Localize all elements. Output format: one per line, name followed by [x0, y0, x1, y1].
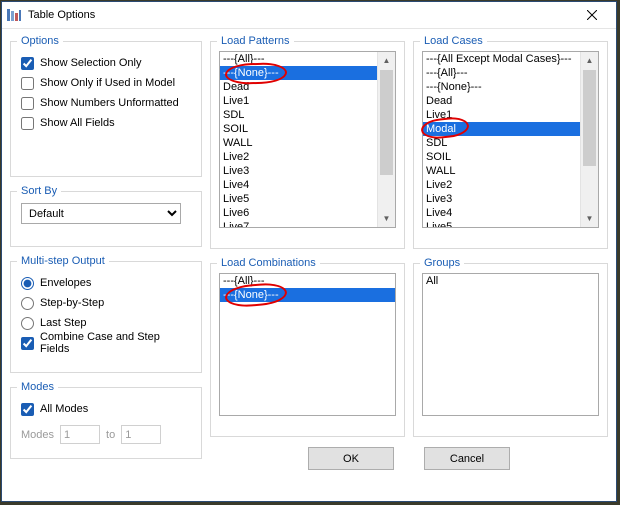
load-patterns-group: Load Patterns ---{All}------{None}---Dea…: [210, 35, 405, 249]
list-item[interactable]: Live6: [220, 206, 377, 220]
list-item[interactable]: ---{None}---: [220, 66, 377, 80]
list-item[interactable]: WALL: [423, 164, 580, 178]
list-item[interactable]: SDL: [220, 108, 377, 122]
dialog-buttons: OK Cancel: [210, 437, 608, 482]
options-group: Options Show Selection Only Show Only if …: [10, 35, 202, 177]
all-modes-checkbox[interactable]: All Modes: [21, 399, 191, 419]
multistep-group: Multi-step Output Envelopes Step-by-Step L…: [10, 255, 202, 373]
load-cases-listbox[interactable]: ---{All Except Modal Cases}------{All}--…: [423, 52, 580, 227]
list-item[interactable]: Live4: [423, 206, 580, 220]
load-combinations-listbox[interactable]: ---{All}------{None}---: [220, 274, 395, 415]
list-item[interactable]: Modal: [423, 122, 580, 136]
multistep-radio[interactable]: Step-by-Step: [21, 293, 191, 313]
groups-legend: Groups: [420, 257, 464, 269]
options-legend: Options: [17, 35, 63, 47]
list-item[interactable]: Live5: [423, 220, 580, 227]
list-item[interactable]: ---{All}---: [220, 52, 377, 66]
modes-to-input[interactable]: [121, 425, 161, 444]
list-item[interactable]: Live1: [423, 108, 580, 122]
options-checkbox[interactable]: Show Numbers Unformatted: [21, 93, 191, 113]
list-item[interactable]: WALL: [220, 136, 377, 150]
groups-group: Groups All: [413, 257, 608, 437]
combine-checkbox-label: Combine Case and Step Fields: [40, 331, 191, 355]
scroll-thumb[interactable]: [583, 70, 596, 166]
window-title: Table Options: [28, 9, 572, 21]
sortby-legend: Sort By: [17, 185, 61, 197]
scroll-thumb[interactable]: [380, 70, 393, 175]
options-checkbox[interactable]: Show Only if Used in Model: [21, 73, 191, 93]
load-combinations-legend: Load Combinations: [217, 257, 320, 269]
cancel-button[interactable]: Cancel: [424, 447, 510, 470]
modes-from-input[interactable]: [60, 425, 100, 444]
list-item[interactable]: Live2: [423, 178, 580, 192]
multistep-radio-label: Envelopes: [40, 277, 91, 289]
list-item[interactable]: Live3: [423, 192, 580, 206]
multistep-radio-label: Step-by-Step: [40, 297, 104, 309]
modes-to-label: to: [106, 429, 115, 441]
list-item[interactable]: Dead: [423, 94, 580, 108]
list-item[interactable]: SOIL: [220, 122, 377, 136]
list-item[interactable]: Live2: [220, 150, 377, 164]
titlebar: Table Options: [2, 2, 616, 29]
close-button[interactable]: [572, 5, 612, 25]
scroll-up-icon[interactable]: ▲: [378, 52, 395, 69]
scrollbar[interactable]: ▲ ▼: [580, 52, 598, 227]
list-item[interactable]: SOIL: [423, 150, 580, 164]
scroll-down-icon[interactable]: ▼: [581, 210, 598, 227]
options-checkbox-label: Show Selection Only: [40, 57, 142, 69]
load-cases-legend: Load Cases: [420, 35, 487, 47]
multistep-radio[interactable]: Envelopes: [21, 273, 191, 293]
options-checkbox-label: Show Only if Used in Model: [40, 77, 175, 89]
load-combinations-group: Load Combinations ---{All}------{None}--…: [210, 257, 405, 437]
options-checkbox-label: Show All Fields: [40, 117, 115, 129]
modes-from-label: Modes: [21, 429, 54, 441]
modes-group: Modes All Modes Modes to: [10, 381, 202, 459]
options-checkbox[interactable]: Show Selection Only: [21, 53, 191, 73]
sortby-select[interactable]: Default: [21, 203, 181, 224]
list-item[interactable]: SDL: [423, 136, 580, 150]
app-icon: [6, 7, 22, 23]
list-item[interactable]: Dead: [220, 80, 377, 94]
list-item[interactable]: Live7: [220, 220, 377, 227]
multistep-radio[interactable]: Last Step: [21, 313, 191, 333]
list-item[interactable]: All: [423, 274, 598, 288]
close-icon: [587, 10, 597, 20]
all-modes-label: All Modes: [40, 403, 88, 415]
list-item[interactable]: ---{None}---: [220, 288, 395, 302]
list-item[interactable]: ---{All}---: [220, 274, 395, 288]
right-column: Load Patterns ---{All}------{None}---Dea…: [210, 35, 608, 497]
ok-button[interactable]: OK: [308, 447, 394, 470]
options-checkbox-label: Show Numbers Unformatted: [40, 97, 179, 109]
list-item[interactable]: Live1: [220, 94, 377, 108]
scroll-up-icon[interactable]: ▲: [581, 52, 598, 69]
list-item[interactable]: ---{None}---: [423, 80, 580, 94]
groups-listbox[interactable]: All: [423, 274, 598, 415]
multistep-legend: Multi-step Output: [17, 255, 109, 267]
load-patterns-listbox[interactable]: ---{All}------{None}---DeadLive1SDLSOILW…: [220, 52, 377, 227]
combine-checkbox[interactable]: Combine Case and Step Fields: [21, 333, 191, 353]
dialog-window: Table Options Options Show Selection Onl…: [1, 1, 617, 502]
list-item[interactable]: ---{All Except Modal Cases}---: [423, 52, 580, 66]
modes-legend: Modes: [17, 381, 58, 393]
sortby-group: Sort By Default: [10, 185, 202, 247]
load-cases-group: Load Cases ---{All Except Modal Cases}--…: [413, 35, 608, 249]
multistep-radio-label: Last Step: [40, 317, 86, 329]
options-checkbox[interactable]: Show All Fields: [21, 113, 191, 133]
list-item[interactable]: Live5: [220, 192, 377, 206]
list-item[interactable]: Live4: [220, 178, 377, 192]
load-patterns-legend: Load Patterns: [217, 35, 294, 47]
scroll-down-icon[interactable]: ▼: [378, 210, 395, 227]
content-area: Options Show Selection Only Show Only if …: [2, 29, 616, 501]
list-item[interactable]: ---{All}---: [423, 66, 580, 80]
list-item[interactable]: Live3: [220, 164, 377, 178]
left-column: Options Show Selection Only Show Only if …: [10, 35, 202, 497]
scrollbar[interactable]: ▲ ▼: [377, 52, 395, 227]
